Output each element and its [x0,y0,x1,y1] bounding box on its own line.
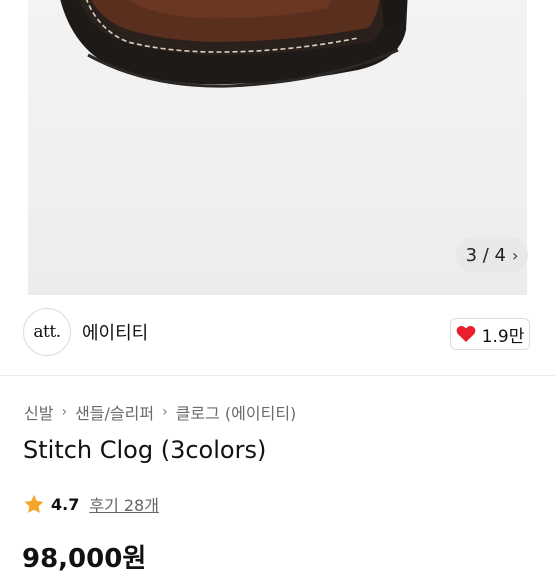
product-image-gallery[interactable]: 3 / 4 › [0,0,555,295]
star-icon [24,494,44,513]
product-price: 98,000원 [22,544,147,574]
breadcrumb-item-category[interactable]: 신발 [24,400,53,424]
heart-icon [456,326,475,342]
chevron-right-icon: › [512,245,519,265]
like-button[interactable]: 1.9만 [450,318,530,350]
like-count: 1.9만 [481,326,525,347]
seller-logo-text: att. [33,322,61,342]
breadcrumb-item-current[interactable]: 클로그 (에이티티) [176,400,297,424]
breadcrumb: 신발 › 샌들/슬리퍼 › 클로그 (에이티티) [24,400,296,424]
reviews-link[interactable]: 후기 28개 [89,492,159,516]
rating-score: 4.7 [51,494,80,514]
chevron-right-icon: › [162,404,168,420]
clog-shoe-image [60,0,408,88]
product-photo[interactable] [28,0,527,295]
product-title: Stitch Clog (3colors) [23,436,267,464]
seller-logo[interactable]: att. [23,308,71,356]
chevron-right-icon: › [61,404,68,420]
image-counter-label: 3 / 4 [465,244,506,266]
breadcrumb-item-subcategory[interactable]: 샌들/슬리퍼 [75,400,154,424]
rating-summary: 4.7 후기 28개 [23,492,159,516]
image-counter[interactable]: 3 / 4 › [456,237,528,273]
seller-name[interactable]: 에이티티 [82,319,148,345]
